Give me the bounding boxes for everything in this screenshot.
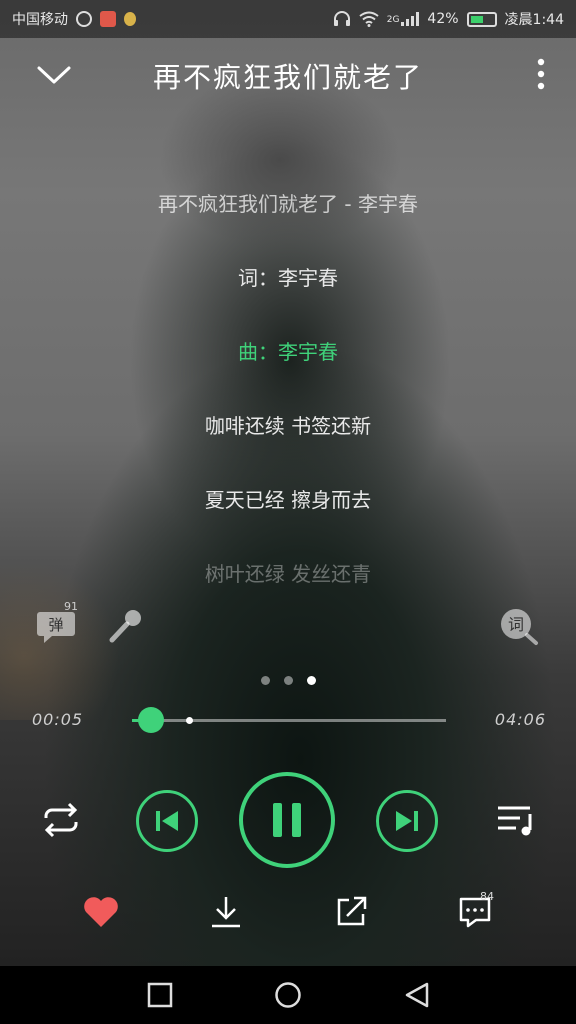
page-indicator [0,676,576,685]
more-vertical-icon [537,58,545,90]
lyric-line: 咖啡还续 书签还新 [204,414,372,438]
lyric-search-label: 词 [508,615,524,634]
lyric-search-icon: 词 [501,609,538,645]
danmu-count: 91 [64,600,78,613]
bulb-icon [124,12,136,26]
triangle-back-icon [405,982,429,1008]
comment-count: 84 [480,890,494,903]
navigation-icon [76,11,92,27]
song-title: 再不疯狂我们就老了 [152,61,423,94]
microphone-icon [109,610,141,643]
mail-icon [100,11,116,27]
playlist-button[interactable] [494,798,540,842]
page-dot [306,676,316,685]
back-button[interactable] [402,980,432,1010]
circle-icon [275,982,301,1008]
headphones-icon [333,11,350,26]
download-button[interactable] [204,890,248,934]
carrier-label: 中国移动 [12,12,68,28]
pause-button[interactable] [239,772,335,868]
signal-icon [401,12,420,26]
lyric-search-button[interactable]: 词 [498,606,540,646]
recent-apps-button[interactable] [145,980,175,1010]
lyric-line-current: 曲：李宇春 [238,340,338,364]
system-nav-bar [0,966,576,1024]
lyric-line: 树叶还绿 发丝还青 [204,562,372,586]
player-header: 再不疯狂我们就老了 [0,44,576,108]
download-icon [212,897,240,928]
chevron-down-icon [37,66,71,84]
share-icon [337,896,367,926]
lyrics-panel[interactable]: 再不疯狂我们就老了 - 李宇春 词：李宇春 曲：李宇春 咖啡还续 书签还新 夏天… [0,180,576,624]
collapse-button[interactable] [34,58,74,92]
status-bar: 中国移动 2G 42% 凌晨1:44 [0,0,576,38]
previous-button[interactable] [136,790,198,852]
page-dot [260,676,270,685]
repeat-icon [44,802,78,838]
pause-icon [273,803,301,837]
next-button[interactable] [376,790,438,852]
share-button[interactable] [329,890,373,934]
lyric-line: 夏天已经 擦身而去 [204,488,372,512]
battery-icon [466,11,497,27]
clock: 凌晨1:44 [504,12,564,28]
current-time: 00:05 [32,710,84,729]
playlist-icon [498,806,532,836]
playback-controls [0,770,576,870]
total-time: 04:06 [494,710,546,729]
buffer-marker [185,717,193,724]
progress-thumb[interactable] [137,707,164,733]
like-button[interactable] [79,890,123,934]
repeat-mode-button[interactable] [38,798,84,842]
skip-next-icon [396,811,418,831]
progress-slider[interactable] [132,707,446,733]
lyric-line: 再不疯狂我们就老了 - 李宇春 [158,192,418,216]
skip-previous-icon [156,811,178,831]
heart-icon [84,897,118,927]
square-icon [147,982,173,1008]
danmu-label: 弹 [48,616,63,634]
home-button[interactable] [273,980,303,1010]
battery-percent: 42% [427,11,459,27]
wifi-icon [359,11,379,27]
page-dot [283,676,293,685]
more-options-button[interactable] [526,54,556,94]
network-type-label: 2G [386,15,400,25]
lyric-line: 词：李宇春 [238,266,338,290]
karaoke-mic-button[interactable] [106,606,146,646]
